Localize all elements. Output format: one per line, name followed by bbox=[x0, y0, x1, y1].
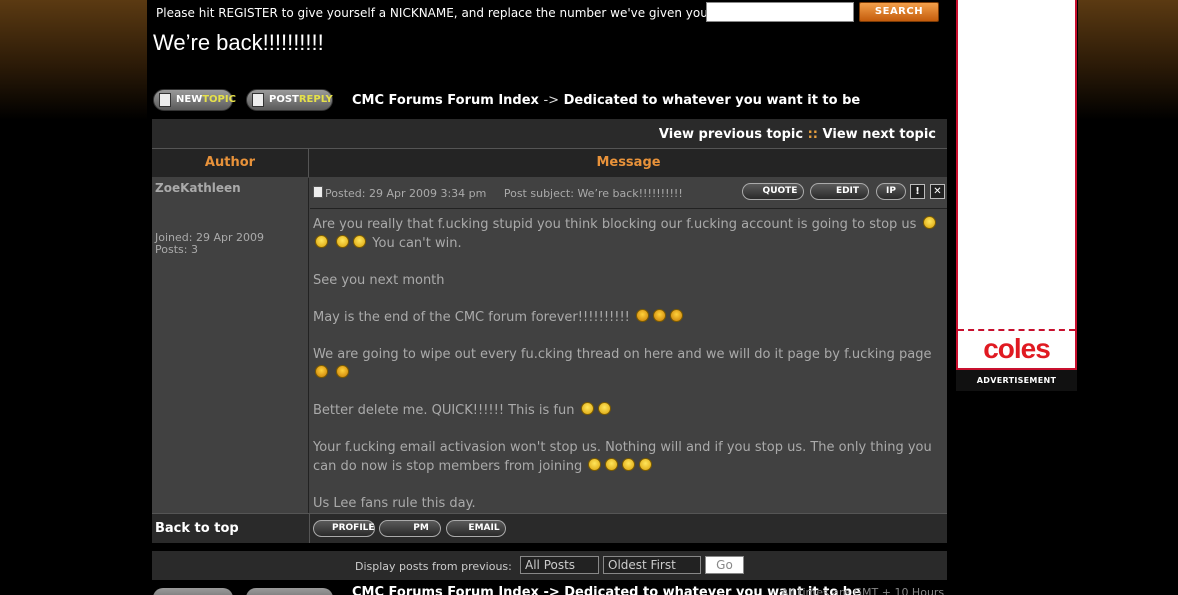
email-button[interactable]: EMAIL bbox=[446, 520, 506, 537]
laughing-smiley-icon bbox=[315, 235, 328, 248]
go-button[interactable]: Go bbox=[705, 556, 744, 574]
laughing-smiley-icon bbox=[605, 458, 619, 471]
next-topic-link[interactable]: View next topic bbox=[823, 127, 936, 142]
laughing-smiley-icon bbox=[597, 402, 611, 415]
author-column-header: Author bbox=[152, 149, 309, 177]
advertisement-banner[interactable]: coles ADVERTISEMENT bbox=[956, 0, 1077, 391]
evil-smiley-icon bbox=[670, 309, 684, 322]
new-topic-button[interactable]: NEWTOPIC bbox=[153, 89, 236, 111]
search-button[interactable]: SEARCH bbox=[859, 2, 939, 22]
laughing-smiley-icon bbox=[336, 235, 350, 248]
laughing-smiley-icon bbox=[639, 458, 653, 471]
document-icon bbox=[159, 93, 171, 107]
evil-smiley-icon bbox=[336, 365, 350, 378]
post-icon bbox=[313, 186, 323, 198]
topic-nav: View previous topic :: View next topic bbox=[659, 127, 936, 142]
post-paragraph: May is the end of the CMC forum forever!… bbox=[313, 308, 943, 327]
evil-smiley-icon bbox=[653, 309, 667, 322]
document-icon bbox=[252, 93, 264, 107]
profile-button[interactable]: PROFILE bbox=[313, 520, 375, 537]
background-glow-right bbox=[1078, 0, 1178, 120]
previous-topic-link[interactable]: View previous topic bbox=[659, 127, 803, 142]
ad-dashed-divider bbox=[958, 329, 1075, 331]
evil-smiley-icon bbox=[315, 365, 328, 378]
forum-main: Please hit REGISTER to give yourself a N… bbox=[147, 0, 953, 595]
author-name: ZoeKathleen bbox=[155, 181, 241, 195]
message-cell: Posted: 29 Apr 2009 3:34 pm Post subject… bbox=[310, 178, 947, 513]
background-glow-left bbox=[0, 0, 148, 120]
author-cell: ZoeKathleen Joined: 29 Apr 2009 Posts: 3 bbox=[152, 178, 309, 513]
nav-separator: :: bbox=[807, 127, 819, 142]
breadcrumb-index-link[interactable]: CMC Forums Forum Index bbox=[352, 93, 539, 108]
topic-nav-row: View previous topic :: View next topic bbox=[152, 119, 947, 149]
laughing-smiley-icon bbox=[580, 402, 594, 415]
breadcrumb: CMC Forums Forum Index -> Dedicated to w… bbox=[352, 93, 860, 108]
topic-table: View previous topic :: View next topic A… bbox=[152, 119, 947, 543]
post-divider bbox=[310, 208, 947, 209]
author-posts: Posts: 3 bbox=[155, 243, 198, 256]
breadcrumb-forum-link[interactable]: Dedicated to whatever you want it to be bbox=[564, 93, 861, 108]
laughing-smiley-icon bbox=[922, 216, 936, 229]
ad-logo: coles bbox=[983, 333, 1051, 364]
top-bar: Please hit REGISTER to give yourself a N… bbox=[147, 0, 947, 28]
post-meta: Posted: 29 Apr 2009 3:34 pm Post subject… bbox=[313, 186, 683, 200]
post-paragraph: We are going to wipe out every fu.cking … bbox=[313, 345, 943, 383]
laughing-smiley-icon bbox=[588, 458, 602, 471]
edit-button[interactable]: EDIT bbox=[810, 183, 869, 200]
laughing-smiley-icon bbox=[353, 235, 367, 248]
page-title: We’re back!!!!!!!!!! bbox=[153, 30, 324, 55]
footer-separator bbox=[309, 514, 310, 543]
breadcrumb-separator: -> bbox=[543, 93, 560, 108]
laughing-smiley-icon bbox=[622, 458, 636, 471]
post-subject: Post subject: We’re back!!!!!!!!!! bbox=[503, 187, 683, 200]
message-column-header: Message bbox=[596, 155, 661, 170]
display-options-row: Display posts from previous: All Posts O… bbox=[152, 551, 947, 580]
post-reply-button[interactable]: POSTREPLY bbox=[246, 89, 333, 111]
ip-button[interactable]: IP bbox=[876, 183, 906, 200]
ad-label: ADVERTISEMENT bbox=[956, 370, 1077, 391]
search-input[interactable] bbox=[706, 2, 854, 22]
post-date: Posted: 29 Apr 2009 3:34 pm bbox=[325, 187, 487, 200]
table-header: Author Message bbox=[152, 149, 947, 177]
quote-button[interactable]: QUOTE bbox=[742, 183, 804, 200]
post-footer-row: Back to top PROFILE PM EMAIL bbox=[152, 513, 947, 543]
pm-button[interactable]: PM bbox=[379, 520, 441, 537]
display-posts-label: Display posts from previous: bbox=[355, 560, 512, 573]
post-paragraph: See you next month bbox=[313, 273, 445, 288]
post-paragraph: Us Lee fans rule this day. bbox=[313, 496, 476, 511]
ad-frame bbox=[956, 0, 1077, 370]
delete-button[interactable]: ✕ bbox=[930, 184, 945, 199]
report-button[interactable]: ! bbox=[910, 184, 925, 199]
posts-order-select[interactable]: Oldest First bbox=[603, 556, 701, 574]
post-paragraph: Are you really that f.ucking stupid you … bbox=[313, 215, 943, 253]
post-paragraph: Better delete me. QUICK!!!!!! This is fu… bbox=[313, 401, 943, 420]
evil-smiley-icon bbox=[636, 309, 650, 322]
back-to-top-link[interactable]: Back to top bbox=[155, 521, 239, 536]
register-notice: Please hit REGISTER to give yourself a N… bbox=[156, 6, 712, 20]
post-body: Are you really that f.ucking stupid you … bbox=[313, 215, 943, 531]
posts-period-select[interactable]: All Posts bbox=[520, 556, 599, 574]
post-paragraph: Your f.ucking email activasion won't sto… bbox=[313, 440, 932, 474]
